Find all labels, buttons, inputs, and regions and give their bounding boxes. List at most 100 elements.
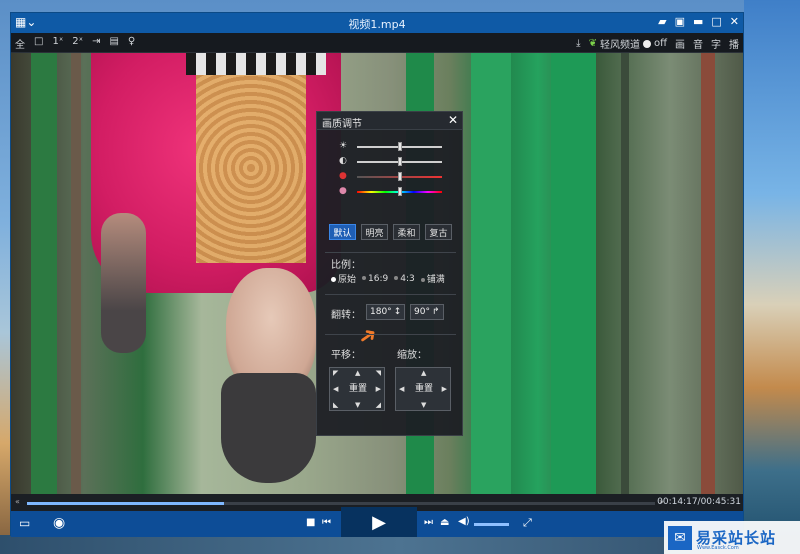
preset-retro-button[interactable]: 复古	[425, 224, 452, 240]
preset-bright-button[interactable]: 明亮	[361, 224, 388, 240]
next-button[interactable]: ⏭	[424, 517, 433, 528]
window-title: 视频1.mp4	[348, 18, 406, 31]
pin-icon[interactable]: ⇥	[92, 36, 100, 51]
seek-progress	[27, 502, 225, 505]
rotate-90-label: 90°	[414, 307, 430, 317]
title-bar[interactable]: ▦⌄ 视频1.mp4 ▰ ▣ ▬ □ ✕	[11, 13, 743, 33]
message-icon[interactable]: ▰	[658, 15, 666, 28]
seek-track[interactable]	[27, 502, 655, 505]
pan-right-icon[interactable]: ▶	[376, 385, 381, 393]
divider	[325, 294, 456, 295]
brightness-slider[interactable]: ☀	[339, 141, 444, 152]
rotate-arrow-icon: ↱	[431, 307, 440, 317]
fullscreen-button[interactable]: 全	[15, 36, 25, 51]
dialog-header[interactable]: 画质调节 ✕	[317, 112, 462, 130]
hue-slider[interactable]: ●	[339, 186, 444, 197]
pan-up-right-icon[interactable]: ◥	[376, 369, 381, 377]
brightness-thumb[interactable]	[397, 142, 402, 151]
maximize-icon[interactable]: □	[711, 15, 721, 28]
picture-quality-dialog: 画质调节 ✕ ☀ ◐ ● ● 默认 明亮 柔和 复古 比例： 原始 16:9 4…	[316, 111, 463, 436]
volume-icon[interactable]: ◀)	[458, 516, 470, 527]
flip-vertical-icon: ↕	[393, 307, 402, 317]
pan-reset-button[interactable]: 重置	[344, 382, 372, 396]
zoom-left-icon[interactable]: ◀	[399, 385, 404, 393]
pan-up-icon[interactable]: ▲	[355, 369, 360, 377]
pan-pad: ◤ ▲ ◥ ◀ 重置 ▶ ◣ ▼ ◢	[329, 367, 385, 411]
top-toolbar: 全 □ 1ˣ 2ˣ ⇥ ▤ ♀ ⤓ ❦ 轻风频道 off 画 音 字 播	[11, 33, 743, 53]
dialog-close-icon[interactable]: ✕	[448, 113, 458, 127]
contrast-icon: ◐	[339, 156, 347, 166]
video-frame[interactable]: 画质调节 ✕ ☀ ◐ ● ● 默认 明亮 柔和 复古 比例： 原始 16:9 4…	[11, 53, 743, 494]
brightness-icon: ☀	[339, 141, 348, 151]
pan-down-icon[interactable]: ▼	[355, 401, 360, 409]
saturation-thumb[interactable]	[397, 172, 402, 181]
eye-icon[interactable]: ◉	[53, 515, 65, 531]
speed-2x-button[interactable]: 2ˣ	[72, 36, 83, 51]
divider	[325, 334, 456, 335]
preset-default-button[interactable]: 默认	[329, 224, 356, 240]
playback-menu[interactable]: 播	[729, 36, 739, 51]
ratio-label: 比例：	[331, 260, 361, 271]
watermark-logo-icon: ✉	[668, 525, 692, 550]
pan-down-right-icon[interactable]: ◢	[376, 401, 381, 409]
stop-button[interactable]: ■	[306, 517, 315, 528]
previous-button[interactable]: ⏮	[322, 517, 331, 528]
contrast-thumb[interactable]	[397, 157, 402, 166]
pan-up-left-icon[interactable]: ◤	[333, 369, 338, 377]
preset-row: 默认 明亮 柔和 复古	[329, 224, 452, 240]
flip-180-button[interactable]: 180° ↕	[366, 304, 406, 320]
ratio-fill-option[interactable]: 铺满	[420, 272, 445, 285]
watermark-subtext: Www.Easck.Com	[697, 545, 739, 551]
flip-180-label: 180°	[370, 307, 392, 317]
pan-left-icon[interactable]: ◀	[333, 385, 338, 393]
actor-hat	[221, 373, 316, 483]
saturation-icon: ●	[339, 171, 347, 181]
saturation-slider[interactable]: ●	[339, 171, 444, 182]
playlist-icon[interactable]: ▭	[19, 516, 30, 530]
zoom-right-icon[interactable]: ▶	[442, 385, 447, 393]
zoom-label: 缩放：	[397, 350, 427, 361]
flip-label: 翻转：	[331, 310, 361, 321]
play-icon: ▶	[372, 511, 386, 533]
window-controls: ▰ ▣ ▬ □ ✕	[658, 15, 739, 28]
hue-icon: ●	[339, 186, 347, 196]
eject-button[interactable]: ⏏	[440, 517, 449, 528]
zoom-reset-button[interactable]: 重置	[410, 382, 438, 396]
download-icon[interactable]: ⤓	[576, 38, 580, 49]
ratio-16-9-option[interactable]: 16:9	[362, 274, 388, 284]
fullscreen-icon[interactable]: ⤢	[523, 516, 532, 530]
zoom-down-icon[interactable]: ▼	[421, 401, 426, 409]
speed-1x-button[interactable]: 1ˣ	[52, 36, 63, 51]
list-icon[interactable]: ▤	[109, 36, 118, 51]
seek-back-icon[interactable]: «	[15, 497, 20, 506]
rotate-90-button[interactable]: 90° ↱	[410, 304, 444, 320]
hue-thumb[interactable]	[397, 187, 402, 196]
zoom-up-icon[interactable]: ▲	[421, 369, 426, 377]
toggle-dot	[642, 39, 651, 48]
audio-menu[interactable]: 音	[693, 36, 703, 51]
leaf-icon: ❦	[588, 38, 597, 49]
site-watermark: ✉ 易采站长站 Www.Easck.Com	[664, 521, 800, 554]
volume-slider[interactable]	[474, 523, 509, 526]
dialog-title: 画质调节	[322, 119, 362, 130]
subtitle-menu[interactable]: 字	[711, 36, 721, 51]
pan-down-left-icon[interactable]: ◣	[333, 401, 338, 409]
light-icon[interactable]: ♀	[128, 36, 135, 51]
picture-menu[interactable]: 画	[675, 36, 685, 51]
ratio-4-3-option[interactable]: 4:3	[394, 274, 415, 284]
belt	[186, 53, 326, 75]
minimize-icon[interactable]: ▬	[693, 15, 703, 28]
play-button[interactable]: ▶	[341, 507, 417, 537]
close-icon[interactable]: ✕	[730, 15, 739, 28]
contrast-slider[interactable]: ◐	[339, 156, 444, 167]
desktop-background	[744, 0, 800, 554]
channel-state: off	[653, 38, 667, 49]
skin-icon[interactable]: ▣	[675, 15, 685, 28]
channel-label: 轻风频道	[599, 40, 640, 51]
channel-toggle[interactable]: ❦ 轻风频道 off	[589, 36, 667, 51]
ratio-original-option[interactable]: 原始	[331, 272, 356, 285]
mini-mode-button[interactable]: □	[34, 36, 43, 51]
time-display: 00:14:17/00:45:31	[657, 497, 741, 507]
preset-soft-button[interactable]: 柔和	[393, 224, 420, 240]
robe-pattern	[196, 73, 306, 263]
